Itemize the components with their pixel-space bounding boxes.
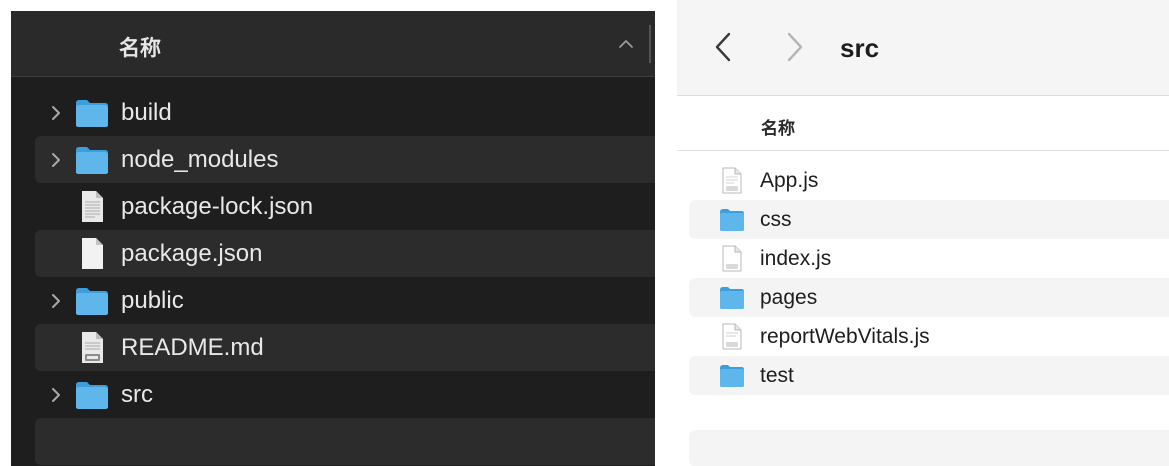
empty-row <box>35 418 655 465</box>
folder-icon <box>720 365 744 387</box>
file-name: pages <box>760 286 818 309</box>
file-name: build <box>121 99 172 126</box>
window-title: src <box>840 33 880 63</box>
file-name: reportWebVitals.js <box>760 325 930 348</box>
folder-icon <box>76 147 108 174</box>
chevron-up-icon[interactable] <box>617 35 635 53</box>
folder-icon <box>720 209 744 231</box>
name-column-title: 名称 <box>761 119 795 139</box>
js-file-icon <box>722 323 742 350</box>
list-item[interactable]: pages <box>689 278 1169 317</box>
file-name: index.js <box>760 247 832 270</box>
disclosure-chevron-icon[interactable] <box>49 150 63 170</box>
list-item[interactable]: public <box>35 277 655 324</box>
file-name: App.js <box>760 169 819 192</box>
list-item[interactable]: package-lock.json <box>35 183 655 230</box>
list-item[interactable]: index.js <box>689 239 1169 278</box>
chevron-left-icon[interactable] <box>713 31 733 63</box>
left-finder-list: 名称 build node_modules package-lock.json … <box>11 11 655 466</box>
finder-toolbar: src <box>677 0 1169 96</box>
list-item[interactable]: build <box>35 89 655 136</box>
file-name: src <box>121 381 153 408</box>
blank-document-icon <box>82 238 103 269</box>
left-column-header[interactable]: 名称 <box>11 11 655 77</box>
list-item[interactable]: node_modules <box>35 136 655 183</box>
folder-icon <box>720 287 744 309</box>
list-item[interactable]: App.js <box>689 161 1169 200</box>
disclosure-chevron-icon[interactable] <box>49 385 63 405</box>
file-name: public <box>121 287 184 314</box>
folder-icon <box>76 100 108 127</box>
folder-icon <box>76 288 108 315</box>
markdown-document-icon <box>82 332 103 363</box>
file-name: css <box>760 208 792 231</box>
file-name: test <box>760 364 794 387</box>
document-icon <box>82 191 103 222</box>
list-item[interactable]: src <box>35 371 655 418</box>
file-name: package.json <box>121 240 263 267</box>
disclosure-chevron-icon[interactable] <box>49 291 63 311</box>
list-item[interactable]: README.md <box>35 324 655 371</box>
chevron-right-icon[interactable] <box>785 31 805 63</box>
list-item[interactable]: package.json <box>35 230 655 277</box>
disclosure-chevron-icon[interactable] <box>49 103 63 123</box>
file-name: package-lock.json <box>121 193 314 220</box>
list-item[interactable]: css <box>689 200 1169 239</box>
column-separator <box>649 25 651 63</box>
left-finder-window: 名称 build node_modules package-lock.json … <box>0 0 662 466</box>
name-column-title: 名称 <box>119 36 161 60</box>
empty-row <box>689 430 1169 466</box>
file-name: node_modules <box>121 146 279 173</box>
folder-icon <box>76 382 108 409</box>
right-column-header[interactable]: 名称 <box>677 97 1169 151</box>
js-file-icon <box>722 245 742 272</box>
list-item[interactable]: reportWebVitals.js <box>689 317 1169 356</box>
list-item[interactable]: test <box>689 356 1169 395</box>
right-finder-window: src 名称 App.js css index.js pages reportW… <box>677 0 1169 466</box>
file-name: README.md <box>121 334 264 361</box>
js-file-icon <box>722 167 742 194</box>
